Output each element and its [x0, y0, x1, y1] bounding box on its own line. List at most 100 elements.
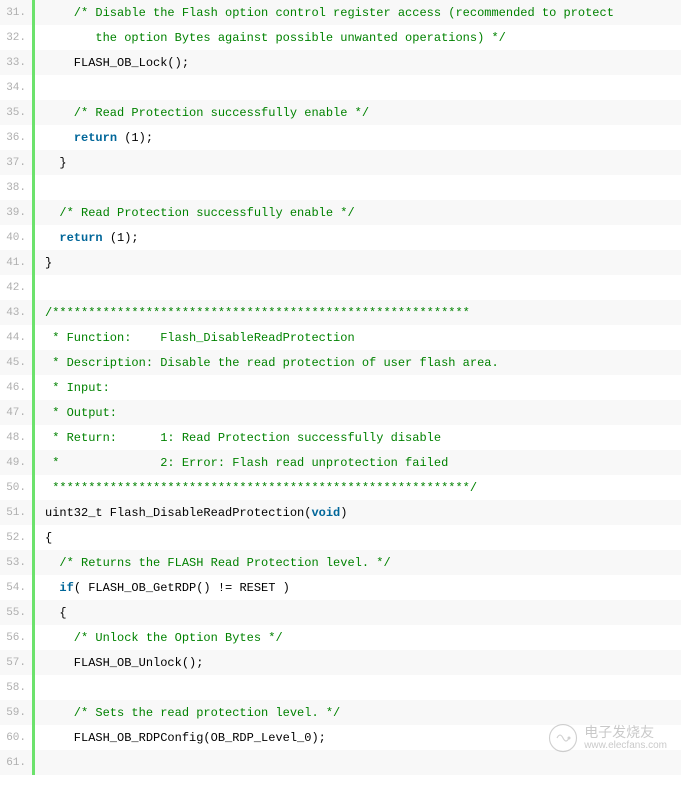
- code-content: {: [45, 606, 681, 620]
- gutter-bar: [32, 425, 35, 450]
- token-keyword: void: [311, 506, 340, 520]
- token-comment: * Return: 1: Read Protection successfull…: [45, 431, 441, 445]
- line-number: 60.: [0, 732, 32, 744]
- gutter-bar: [32, 500, 35, 525]
- code-content: uint32_t Flash_DisableReadProtection(voi…: [45, 506, 681, 520]
- token-plain: (1);: [103, 231, 139, 245]
- token-comment: * Description: Disable the read protecti…: [45, 356, 499, 370]
- line-number: 32.: [0, 32, 32, 44]
- gutter-bar: [32, 50, 35, 75]
- token-comment: * Function: Flash_DisableReadProtection: [45, 331, 355, 345]
- code-content: ****************************************…: [45, 481, 681, 495]
- token-keyword: return: [74, 131, 117, 145]
- code-line: 38.: [0, 175, 681, 200]
- token-comment: /* Unlock the Option Bytes */: [45, 631, 283, 645]
- line-number: 56.: [0, 632, 32, 644]
- token-keyword: if: [59, 581, 73, 595]
- code-content: FLASH_OB_Unlock();: [45, 656, 681, 670]
- code-content: return (1);: [45, 231, 681, 245]
- code-content: return (1);: [45, 131, 681, 145]
- code-line: 43./************************************…: [0, 300, 681, 325]
- code-line: 41.}: [0, 250, 681, 275]
- token-comment: ****************************************…: [45, 481, 477, 495]
- code-content: /* Returns the FLASH Read Protection lev…: [45, 556, 681, 570]
- code-line: 36. return (1);: [0, 125, 681, 150]
- line-number: 47.: [0, 407, 32, 419]
- token-plain: uint32_t Flash_DisableReadProtection(: [45, 506, 311, 520]
- code-line: 56. /* Unlock the Option Bytes */: [0, 625, 681, 650]
- code-content: the option Bytes against possible unwant…: [45, 31, 681, 45]
- token-comment: /* Read Protection successfully enable *…: [45, 206, 355, 220]
- code-content: /* Read Protection successfully enable *…: [45, 206, 681, 220]
- code-line: 61.: [0, 750, 681, 775]
- line-number: 31.: [0, 7, 32, 19]
- line-number: 57.: [0, 657, 32, 669]
- gutter-bar: [32, 675, 35, 700]
- line-number: 51.: [0, 507, 32, 519]
- line-number: 58.: [0, 682, 32, 694]
- code-line: 47. * Output:: [0, 400, 681, 425]
- token-comment: the option Bytes against possible unwant…: [45, 31, 506, 45]
- code-line: 52. {: [0, 525, 681, 550]
- gutter-bar: [32, 575, 35, 600]
- gutter-bar: [32, 350, 35, 375]
- token-comment: /* Returns the FLASH Read Protection lev…: [45, 556, 391, 570]
- code-content: * Input:: [45, 381, 681, 395]
- code-content: * Return: 1: Read Protection successfull…: [45, 431, 681, 445]
- code-container: 31. /* Disable the Flash option control …: [0, 0, 681, 775]
- line-number: 33.: [0, 57, 32, 69]
- token-comment: * 2: Error: Flash read unprotection fail…: [45, 456, 448, 470]
- line-number: 53.: [0, 557, 32, 569]
- gutter-bar: [32, 225, 35, 250]
- code-line: 54. if( FLASH_OB_GetRDP() != RESET ): [0, 575, 681, 600]
- line-number: 61.: [0, 757, 32, 769]
- code-content: * Description: Disable the read protecti…: [45, 356, 681, 370]
- gutter-bar: [32, 550, 35, 575]
- code-line: 40. return (1);: [0, 225, 681, 250]
- line-number: 52.: [0, 532, 32, 544]
- token-plain: FLASH_OB_RDPConfig(OB_RDP_Level_0);: [45, 731, 326, 745]
- code-content: FLASH_OB_Lock();: [45, 56, 681, 70]
- line-number: 40.: [0, 232, 32, 244]
- token-plain: {: [45, 531, 52, 545]
- gutter-bar: [32, 525, 35, 550]
- line-number: 59.: [0, 707, 32, 719]
- gutter-bar: [32, 400, 35, 425]
- code-line: 60. FLASH_OB_RDPConfig(OB_RDP_Level_0);: [0, 725, 681, 750]
- code-line: 39. /* Read Protection successfully enab…: [0, 200, 681, 225]
- code-line: 55. {: [0, 600, 681, 625]
- code-content: /* Disable the Flash option control regi…: [45, 6, 681, 20]
- code-content: /***************************************…: [45, 306, 681, 320]
- code-line: 48. * Return: 1: Read Protection success…: [0, 425, 681, 450]
- token-plain: [45, 231, 59, 245]
- token-plain: [45, 581, 59, 595]
- code-content: * 2: Error: Flash read unprotection fail…: [45, 456, 681, 470]
- gutter-bar: [32, 0, 35, 25]
- line-number: 34.: [0, 82, 32, 94]
- gutter-bar: [32, 625, 35, 650]
- token-comment: * Output:: [45, 406, 117, 420]
- line-number: 46.: [0, 382, 32, 394]
- gutter-bar: [32, 125, 35, 150]
- line-number: 36.: [0, 132, 32, 144]
- token-plain: (1);: [117, 131, 153, 145]
- code-line: 53. /* Returns the FLASH Read Protection…: [0, 550, 681, 575]
- gutter-bar: [32, 325, 35, 350]
- gutter-bar: [32, 375, 35, 400]
- code-content: * Output:: [45, 406, 681, 420]
- code-line: 31. /* Disable the Flash option control …: [0, 0, 681, 25]
- code-line: 33. FLASH_OB_Lock();: [0, 50, 681, 75]
- line-number: 54.: [0, 582, 32, 594]
- gutter-bar: [32, 650, 35, 675]
- code-line: 37. }: [0, 150, 681, 175]
- gutter-bar: [32, 275, 35, 300]
- code-content: if( FLASH_OB_GetRDP() != RESET ): [45, 581, 681, 595]
- gutter-bar: [32, 150, 35, 175]
- gutter-bar: [32, 250, 35, 275]
- line-number: 37.: [0, 157, 32, 169]
- line-number: 45.: [0, 357, 32, 369]
- gutter-bar: [32, 75, 35, 100]
- line-number: 38.: [0, 182, 32, 194]
- gutter-bar: [32, 450, 35, 475]
- code-line: 59. /* Sets the read protection level. *…: [0, 700, 681, 725]
